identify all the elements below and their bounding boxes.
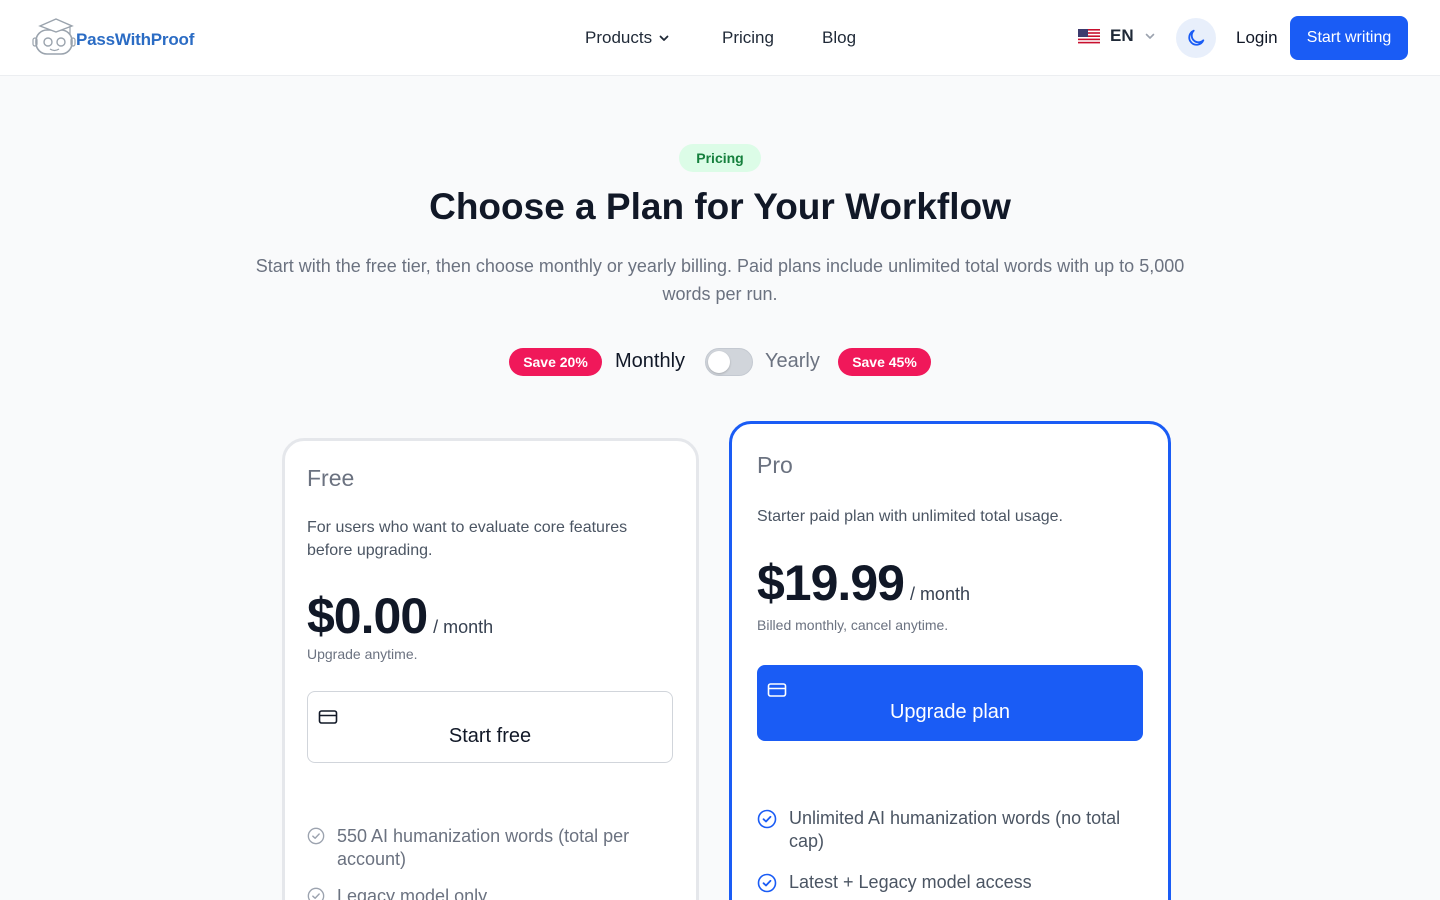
- check-circle-icon: [757, 809, 777, 829]
- plan-price: $0.00 / month: [307, 587, 493, 645]
- feature-text: Unlimited AI humanization words (no tota…: [789, 808, 1121, 851]
- billing-switch: Save 20% Monthly Yearly Save 45%: [0, 348, 1440, 376]
- start-free-button[interactable]: Start free: [307, 691, 673, 763]
- feature-item: 550 AI humanization words (total per acc…: [307, 825, 647, 871]
- billing-toggle[interactable]: [705, 348, 753, 376]
- nav-blog[interactable]: Blog: [822, 28, 856, 48]
- price-note: Upgrade anytime.: [307, 646, 418, 662]
- chevron-down-icon: [659, 35, 669, 41]
- price-note: Billed monthly, cancel anytime.: [757, 617, 949, 633]
- billing-yearly-label[interactable]: Yearly: [765, 350, 820, 373]
- upgrade-plan-button[interactable]: Upgrade plan: [757, 665, 1143, 741]
- feature-text: 550 AI humanization words (total per acc…: [337, 826, 630, 869]
- plan-name: Pro: [757, 452, 793, 478]
- pricing-badge: Pricing: [679, 144, 761, 172]
- chevron-down-icon: [1145, 33, 1154, 39]
- plan-description: Starter paid plan with unlimited total u…: [757, 508, 1063, 525]
- start-writing-button[interactable]: Start writing: [1290, 16, 1408, 60]
- cta-label: Start free: [448, 724, 532, 747]
- feature-item: Legacy model only: [307, 885, 647, 900]
- moon-icon: [1188, 29, 1205, 46]
- language-selector[interactable]: EN: [1078, 26, 1156, 46]
- plan-card-pro: Pro Starter paid plan with unlimited tot…: [729, 421, 1171, 900]
- plan-card-free: Free For users who want to evaluate core…: [282, 438, 699, 900]
- feature-item: Unlimited AI humanization words (no tota…: [757, 807, 1147, 853]
- login-link[interactable]: Login: [1236, 28, 1278, 48]
- theme-toggle-button[interactable]: [1176, 18, 1216, 58]
- credit-card-icon: [318, 710, 338, 724]
- toggle-knob: [708, 351, 730, 373]
- save-yearly-badge: Save 45%: [838, 348, 931, 376]
- billing-monthly-label[interactable]: Monthly: [615, 350, 685, 373]
- price-amount: $0.00: [307, 588, 428, 644]
- page-title: Choose a Plan for Your Workflow: [429, 186, 1011, 227]
- price-amount: $19.99: [757, 555, 905, 611]
- feature-text: Legacy model only: [337, 886, 488, 900]
- credit-card-icon: [767, 683, 787, 697]
- save-monthly-badge: Save 20%: [509, 348, 602, 376]
- page-subtitle: Start with the free tier, then choose mo…: [255, 256, 1185, 304]
- feature-item: Latest + Legacy model access: [757, 871, 1147, 894]
- us-flag-icon: [1078, 28, 1100, 44]
- plan-name: Free: [307, 465, 355, 491]
- nav-pricing[interactable]: Pricing: [722, 28, 774, 48]
- language-label: EN: [1110, 26, 1134, 45]
- check-circle-icon: [307, 887, 325, 900]
- plan-price: $19.99 / month: [757, 554, 970, 612]
- plan-description: For users who want to evaluate core feat…: [307, 519, 628, 559]
- check-circle-icon: [757, 873, 777, 893]
- cta-label: Upgrade plan: [889, 700, 1011, 723]
- feature-text: Latest + Legacy model access: [789, 872, 1032, 892]
- logo[interactable]: PassWithProof: [32, 18, 196, 58]
- check-circle-icon: [307, 827, 325, 845]
- nav-products-label: Products: [585, 28, 653, 47]
- robot-logo-icon: [32, 18, 76, 55]
- site-header: PassWithProof Products Pricing Blog EN L…: [0, 0, 1440, 76]
- price-period: / month: [909, 584, 970, 604]
- price-period: / month: [433, 617, 494, 637]
- logo-text: PassWithProof: [76, 30, 195, 49]
- nav-products[interactable]: Products: [585, 28, 670, 48]
